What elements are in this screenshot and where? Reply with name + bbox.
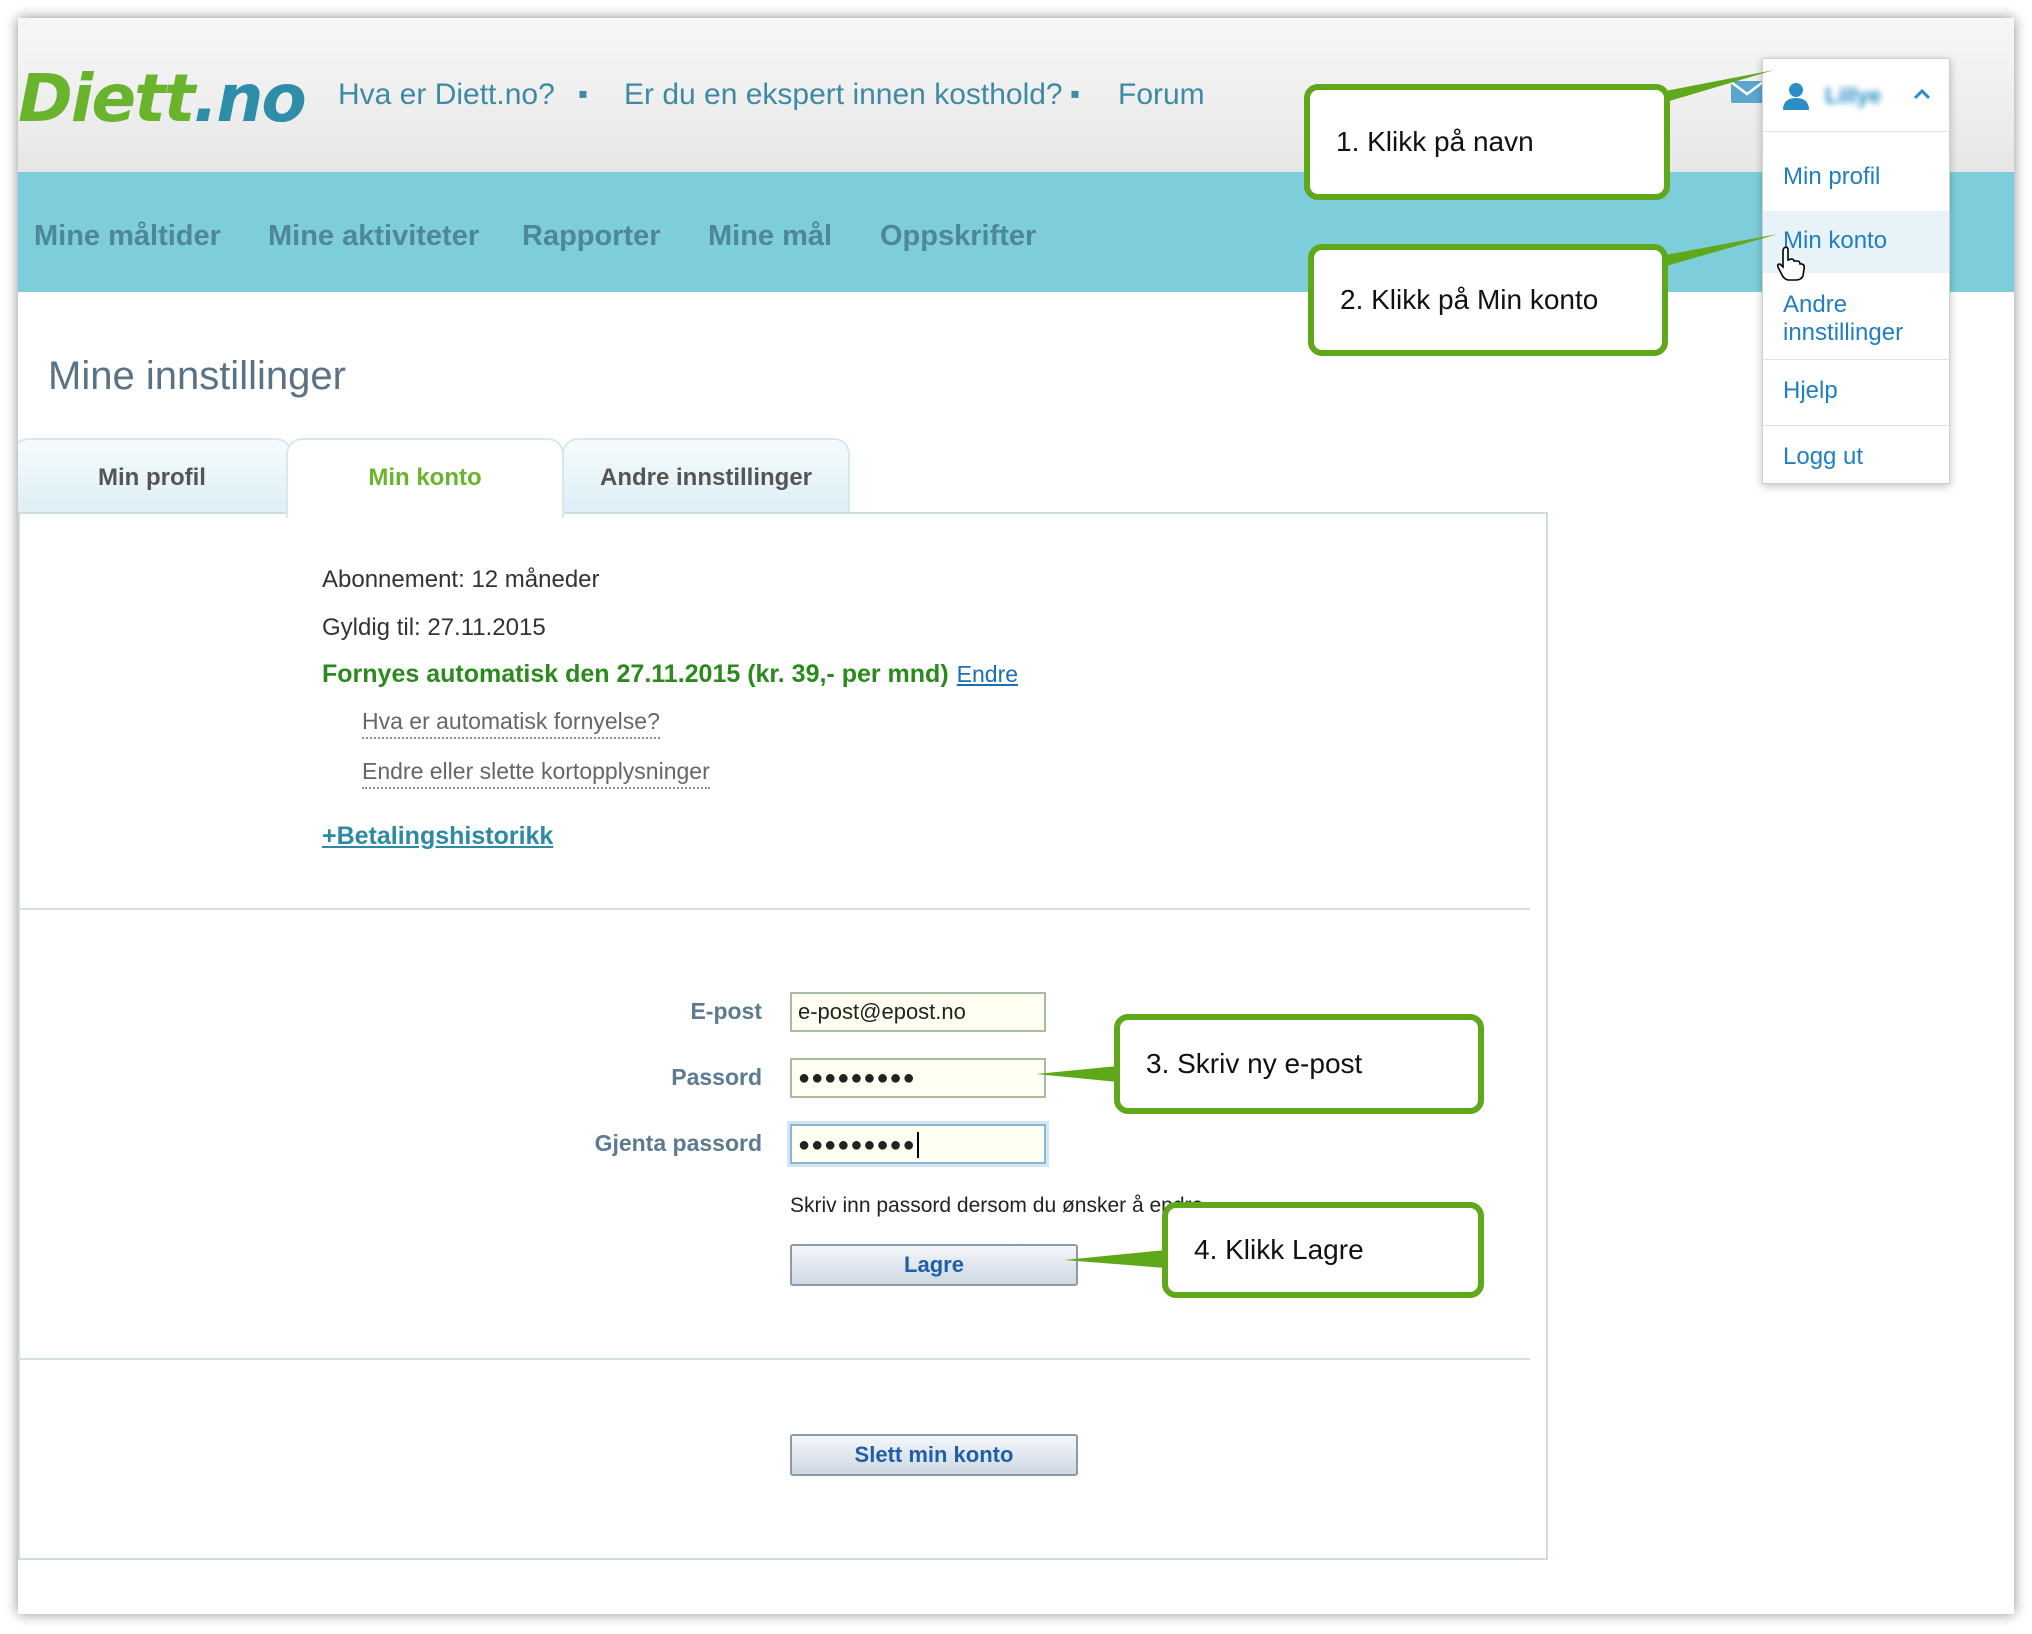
logo-suffix: .no — [193, 60, 306, 137]
renewal-label: Fornyes automatisk den 27.11.2015 (kr. 3… — [322, 660, 949, 688]
separator: ▪ — [1070, 78, 1080, 109]
callout-step-3: 3. Skriv ny e-post — [1114, 1014, 1484, 1114]
nav-item-meals[interactable]: Mine måltider — [34, 220, 221, 253]
tab-my-profile[interactable]: Min profil — [18, 438, 292, 516]
password-hint: Skriv inn passord dersom du ønsker å end… — [790, 1194, 1204, 1217]
nav-item-recipes[interactable]: Oppskrifter — [880, 220, 1036, 253]
repeat-password-value: ●●●●●●●●● — [798, 1134, 916, 1156]
menu-item-logout[interactable]: Logg ut — [1783, 443, 1863, 471]
password-label: Passord — [671, 1064, 762, 1090]
nav-item-activities[interactable]: Mine aktiviteter — [268, 220, 479, 253]
menu-divider — [1763, 425, 1949, 426]
chevron-up-icon — [1913, 88, 1931, 100]
nav-item-goals[interactable]: Mine mål — [708, 220, 832, 253]
nav-item-reports[interactable]: Rapporter — [522, 220, 661, 253]
save-button[interactable]: Lagre — [790, 1244, 1078, 1286]
delete-account-button[interactable]: Slett min konto — [790, 1434, 1078, 1476]
user-name: Lillye — [1825, 83, 1882, 108]
auto-renew-info-link[interactable]: Hva er automatisk fornyelse? — [362, 708, 660, 739]
user-menu-toggle[interactable]: Lillye — [1763, 59, 1949, 132]
menu-item-help[interactable]: Hjelp — [1783, 377, 1838, 405]
valid-until-text: Gyldig til: 27.11.2015 — [322, 614, 546, 641]
toplink-expert[interactable]: Er du en ekspert innen kosthold? — [624, 78, 1063, 112]
menu-item-my-profile[interactable]: Min profil — [1783, 163, 1880, 191]
callout-step-4: 4. Klikk Lagre — [1162, 1202, 1484, 1298]
logo-text: Diett — [18, 60, 195, 137]
user-icon — [1783, 83, 1809, 110]
renewal-text: Fornyes automatisk den 27.11.2015 (kr. 3… — [322, 660, 1018, 689]
card-details-link[interactable]: Endre eller slette kortopplysninger — [362, 758, 710, 789]
email-label: E-post — [690, 998, 762, 1024]
toplink-forum[interactable]: Forum — [1118, 78, 1205, 112]
site-logo[interactable]: Diett.no — [18, 60, 307, 137]
menu-item-other-settings[interactable]: Andre innstillinger — [1783, 291, 1923, 347]
divider — [18, 908, 1530, 910]
mail-icon[interactable] — [1730, 80, 1764, 104]
text-caret — [916, 1132, 919, 1159]
subscription-text: Abonnement: 12 måneder — [322, 566, 600, 593]
browser-window: Diett.no Hva er Diett.no? ▪ Er du en eks… — [18, 18, 2014, 1614]
hand-cursor-icon — [1776, 246, 1806, 281]
email-field[interactable]: e-post@epost.no — [790, 992, 1046, 1032]
renewal-change-link[interactable]: Endre — [957, 661, 1018, 687]
page-title: Mine innstillinger — [48, 354, 346, 398]
repeat-password-label: Gjenta passord — [594, 1130, 762, 1156]
toplink-about[interactable]: Hva er Diett.no? — [338, 78, 555, 112]
menu-divider — [1763, 359, 1949, 360]
payment-history-link[interactable]: +Betalingshistorikk — [322, 822, 553, 851]
password-field[interactable]: ●●●●●●●●● — [790, 1058, 1046, 1098]
tab-other-settings[interactable]: Andre innstillinger — [562, 438, 850, 516]
callout-step-1: 1. Klikk på navn — [1304, 84, 1670, 200]
separator: ▪ — [578, 78, 588, 109]
callout-step-2: 2. Klikk på Min konto — [1308, 244, 1668, 356]
divider — [18, 1358, 1530, 1360]
tab-my-account[interactable]: Min konto — [286, 438, 564, 518]
repeat-password-field[interactable]: ●●●●●●●●● — [790, 1124, 1046, 1164]
